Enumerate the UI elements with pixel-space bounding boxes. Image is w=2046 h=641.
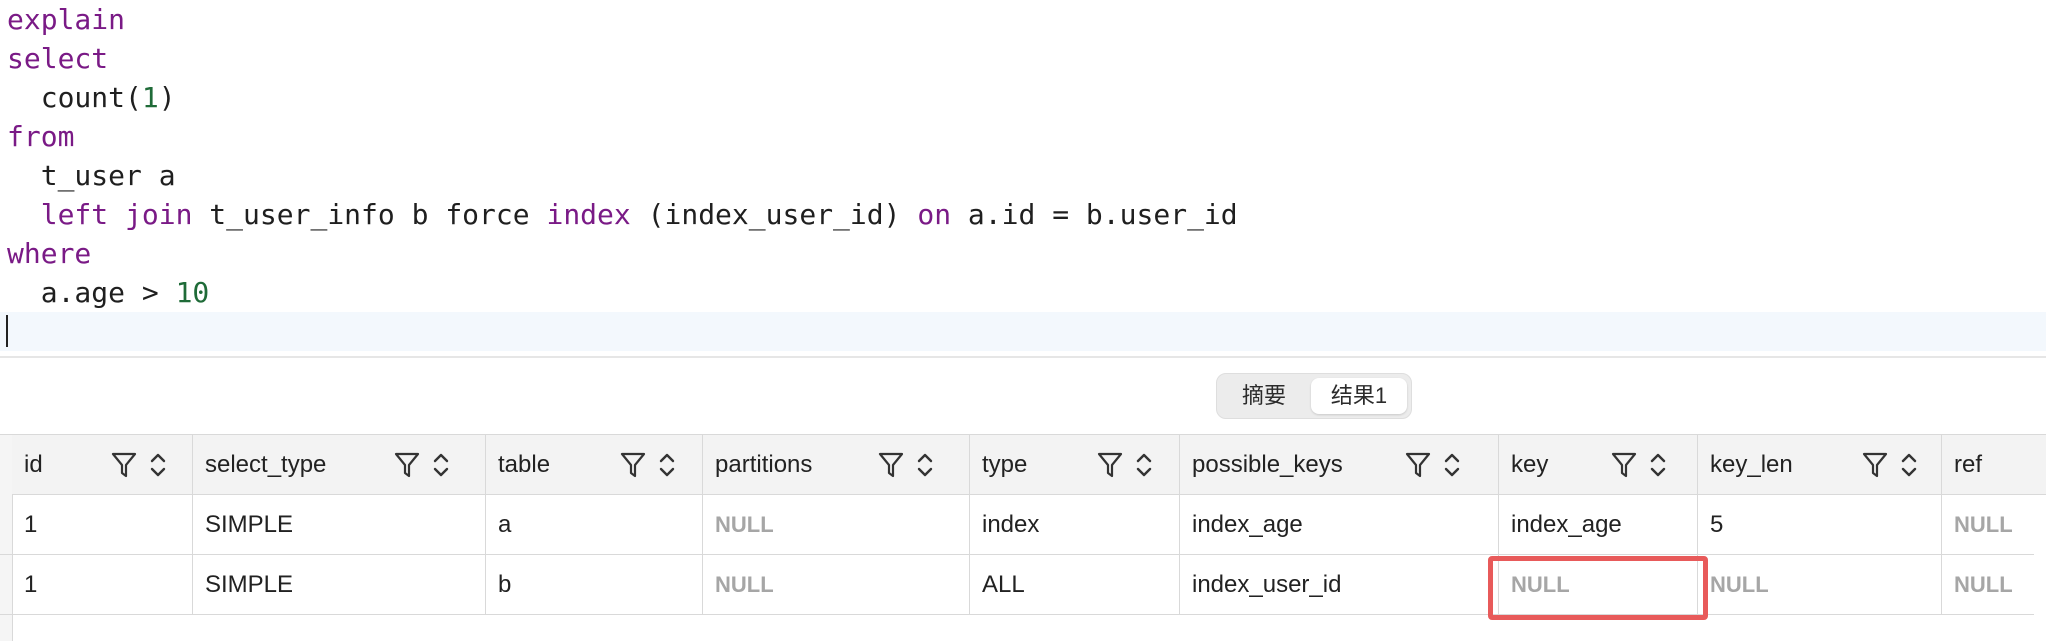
sort-icon[interactable] — [1649, 451, 1667, 479]
result-tab-switcher: 摘要 结果1 — [1216, 373, 1412, 419]
code-line-7: where — [7, 237, 92, 270]
cell-ref[interactable]: NULL — [1942, 555, 2046, 615]
tab-summary[interactable]: 摘要 — [1221, 378, 1307, 414]
table-row[interactable]: 1 SIMPLE b NULL ALL index_user_id NULL NULL NULL — [0, 555, 2034, 615]
highlight-box — [1488, 556, 1708, 620]
cell-select-type[interactable]: SIMPLE — [193, 555, 486, 615]
code-line-4: from — [7, 120, 75, 153]
column-header-select-type[interactable]: select_type — [193, 435, 486, 495]
cell-ref[interactable]: NULL — [1942, 495, 2046, 555]
cell-partitions[interactable]: NULL — [703, 555, 970, 615]
sort-icon[interactable] — [149, 451, 167, 479]
cell-table[interactable]: a — [486, 495, 703, 555]
cell-possible-keys[interactable]: index_age — [1180, 495, 1499, 555]
cell-type[interactable]: index — [970, 495, 1180, 555]
column-header-label: id — [24, 451, 43, 478]
cell-table[interactable]: b — [486, 555, 703, 615]
column-header-key[interactable]: key — [1499, 435, 1698, 495]
cell-key-len[interactable]: NULL — [1698, 555, 1942, 615]
sql-editor[interactable]: explain select count(1) from t_user a le… — [0, 0, 2046, 356]
column-header-label: key — [1511, 451, 1549, 478]
column-header-type[interactable]: type — [970, 435, 1180, 495]
column-header-label: ref — [1954, 451, 1983, 478]
filter-icon[interactable] — [1611, 451, 1637, 479]
sort-icon[interactable] — [916, 451, 934, 479]
filter-icon[interactable] — [1405, 451, 1431, 479]
column-header-id[interactable]: id — [12, 435, 193, 495]
text-caret — [6, 315, 8, 347]
column-header-ref[interactable]: ref — [1942, 435, 2046, 495]
code-line-8: a.age > 10 — [40, 276, 210, 309]
code-line-1: explain — [7, 3, 126, 36]
code-line-current[interactable] — [0, 312, 2046, 351]
column-header-label: select_type — [205, 451, 327, 478]
cell-type[interactable]: ALL — [970, 555, 1180, 615]
filter-icon[interactable] — [1097, 451, 1123, 479]
column-header-key-len[interactable]: key_len — [1698, 435, 1942, 495]
sort-icon[interactable] — [432, 451, 450, 479]
code-line-3: count(1) — [40, 81, 176, 114]
editor-divider[interactable] — [0, 356, 2046, 358]
column-header-label: partitions — [715, 451, 813, 478]
filter-icon[interactable] — [1862, 451, 1888, 479]
column-header-partitions[interactable]: partitions — [703, 435, 970, 495]
tab-result-1[interactable]: 结果1 — [1311, 378, 1407, 414]
column-header-label: key_len — [1710, 451, 1793, 478]
sort-icon[interactable] — [1900, 451, 1918, 479]
sort-icon[interactable] — [658, 451, 676, 479]
column-header-label: type — [982, 451, 1028, 478]
cell-id[interactable]: 1 — [12, 555, 193, 615]
filter-icon[interactable] — [394, 451, 420, 479]
code-line-5: t_user a — [40, 159, 176, 192]
column-header-possible-keys[interactable]: possible_keys — [1180, 435, 1499, 495]
column-header-table[interactable]: table — [486, 435, 703, 495]
cell-key[interactable]: index_age — [1499, 495, 1698, 555]
column-header-label: table — [498, 451, 551, 478]
cell-possible-keys[interactable]: index_user_id — [1180, 555, 1499, 615]
cell-partitions[interactable]: NULL — [703, 495, 970, 555]
code-line-2: select — [7, 42, 109, 75]
code-line-6: left join t_user_info b force index (ind… — [40, 198, 1238, 231]
cell-select-type[interactable]: SIMPLE — [193, 495, 486, 555]
filter-icon[interactable] — [620, 451, 646, 479]
column-header-label: possible_keys — [1192, 451, 1343, 478]
filter-icon[interactable] — [111, 451, 137, 479]
sort-icon[interactable] — [1443, 451, 1461, 479]
sort-icon[interactable] — [1135, 451, 1153, 479]
result-grid: id select_type table partitions type possible… — [0, 434, 2046, 641]
cell-id[interactable]: 1 — [12, 495, 193, 555]
table-row[interactable]: 1 SIMPLE a NULL index index_age index_age 5 NULL — [0, 495, 2034, 555]
filter-icon[interactable] — [878, 451, 904, 479]
cell-key-len[interactable]: 5 — [1698, 495, 1942, 555]
